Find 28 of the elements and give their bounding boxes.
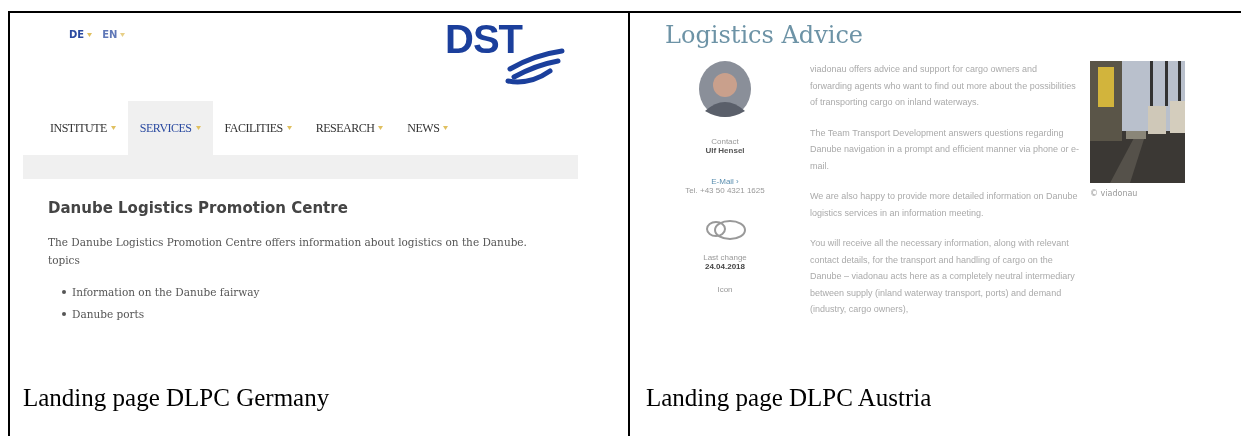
caption: Landing page DLPC Austria — [646, 384, 933, 412]
nav-tab[interactable]: RESEARCH — [303, 101, 396, 155]
last-change-date: 24.04.2018 — [704, 262, 745, 271]
page-heading: Logistics Advice — [664, 20, 865, 49]
list-item: Danube ports — [72, 308, 145, 320]
language-link[interactable]: EN — [102, 29, 126, 40]
contact-label: Contact — [711, 137, 739, 146]
more-label: Icon — [717, 285, 733, 294]
email-link[interactable]: E-Mail › — [711, 177, 739, 186]
nav-tab[interactable]: INSTITUTE — [38, 101, 128, 155]
body-paragraph: We are also happy to provide more detailed information on Danube logistics services in an information meeting. — [810, 190, 1079, 220]
nav-tab[interactable]: FACILITIES — [212, 101, 304, 155]
last-change-label: Last change — [703, 253, 747, 262]
nav-tab[interactable]: NEWS — [395, 101, 461, 155]
nav-tab[interactable]: SERVICES — [127, 101, 213, 155]
body-paragraph: The Team Transport Development answers questions regarding Danube navigation in a prompt and efficient manner via phone or e-mail. — [810, 126, 1080, 173]
caption: Landing page DLPC Germany — [23, 384, 331, 412]
body-paragraph: viadonau offers advice and support for cargo owners and forwarding agents who want to find out more about the possibilities of transporting cargo on inland waterways. — [810, 63, 1077, 109]
contact-name: Ulf Hensel — [705, 146, 745, 155]
list-item: Information on the Danube fairway — [72, 286, 260, 298]
phone-number: Tel. +43 50 4321 1625 — [685, 186, 765, 195]
page-heading: Danube Logistics Promotion Centre — [48, 199, 349, 217]
logo-text: DST — [445, 19, 522, 59]
language-link[interactable]: DE — [69, 29, 93, 40]
intro-paragraph: The Danube Logistics Promotion Centre offers information about logistics on the Danube. — [48, 235, 528, 250]
body-paragraph: You will receive all the necessary information, along with relevant contact details, for the transport and handling of cargo on the Danube – viadonau acts here as a completely neutral intermediary between supply (inland waterway transport, ports) and demand (industry, cargo owners), — [810, 237, 1076, 316]
topics-label: topics — [48, 253, 81, 268]
photo-credit: © viadonau — [1090, 189, 1139, 198]
